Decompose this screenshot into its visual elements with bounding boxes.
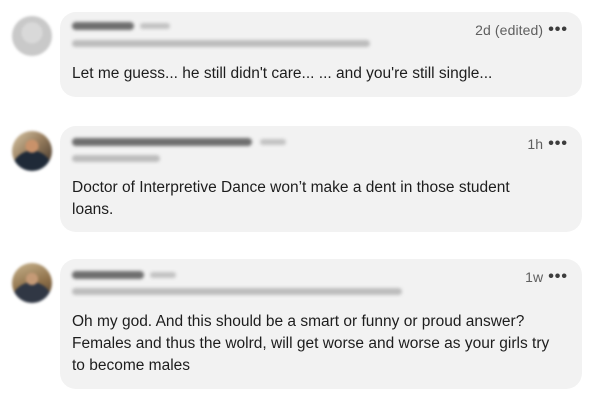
comment-timestamp: 1w bbox=[525, 269, 544, 285]
commenter-headline-redacted bbox=[72, 155, 160, 162]
comment-bubble: 2d (edited) ••• Let me guess... he still… bbox=[60, 12, 582, 97]
more-horizontal-icon[interactable]: ••• bbox=[548, 269, 568, 285]
commenter-avatar[interactable] bbox=[12, 131, 52, 171]
comment-timestamp: 1h bbox=[527, 136, 544, 152]
comment-bubble: 1w ••• Oh my god. And this should be a s… bbox=[60, 259, 582, 389]
commenter-name-redacted[interactable] bbox=[72, 138, 252, 146]
commenter-avatar[interactable] bbox=[12, 16, 52, 56]
more-horizontal-icon[interactable]: ••• bbox=[548, 22, 568, 38]
comment-meta: 2d (edited) ••• bbox=[475, 22, 568, 39]
commenter-name-redacted[interactable] bbox=[72, 271, 144, 279]
commenter-headline-redacted bbox=[72, 288, 402, 295]
comment-timestamp: 2d (edited) bbox=[475, 22, 544, 38]
comment-meta: 1w ••• bbox=[525, 269, 568, 286]
connection-degree-redacted bbox=[140, 23, 170, 29]
comment-bubble: 1h ••• Doctor of Interpretive Dance won’… bbox=[60, 126, 582, 232]
more-horizontal-icon[interactable]: ••• bbox=[548, 136, 568, 152]
comment-text: Doctor of Interpretive Dance won’t make … bbox=[72, 179, 510, 218]
commenter-name-redacted[interactable] bbox=[72, 22, 134, 30]
comment-meta: 1h ••• bbox=[527, 136, 568, 153]
commenter-headline-redacted bbox=[72, 40, 370, 47]
connection-degree-redacted bbox=[260, 139, 286, 145]
commenter-avatar[interactable] bbox=[12, 263, 52, 303]
comment-text: Let me guess... he still didn't care... … bbox=[72, 65, 493, 82]
comment-text: Oh my god. And this should be a smart or… bbox=[72, 313, 550, 374]
connection-degree-redacted bbox=[150, 272, 176, 278]
